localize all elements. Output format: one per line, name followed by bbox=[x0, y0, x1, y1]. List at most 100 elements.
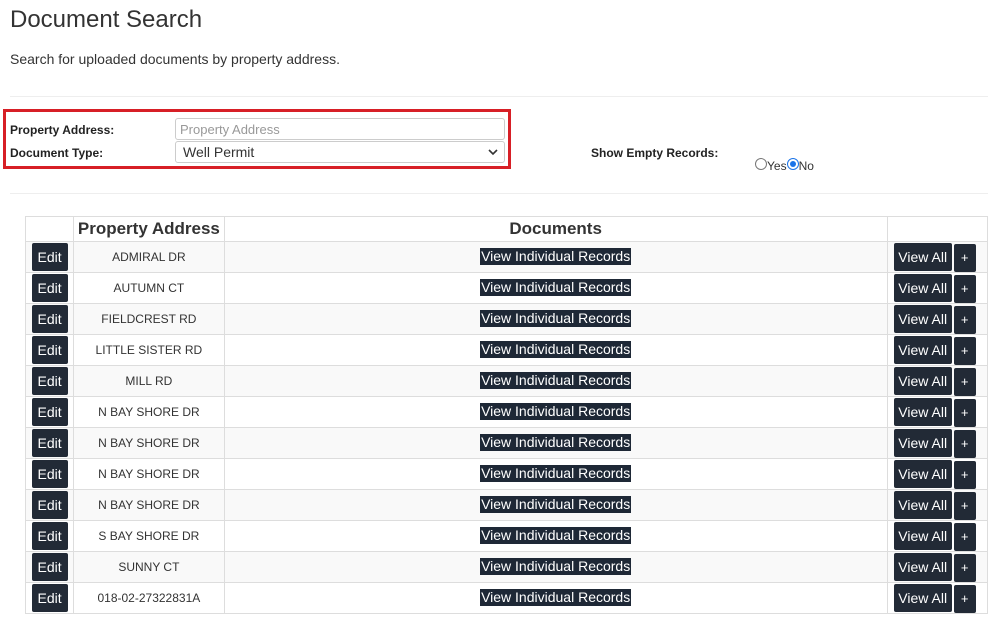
actions-cell: View All + bbox=[886, 396, 989, 428]
view-individual-records-link[interactable]: View Individual Records bbox=[480, 372, 632, 389]
expand-plus-button[interactable]: + bbox=[953, 460, 976, 489]
documents-cell: View Individual Records bbox=[223, 427, 888, 459]
show-empty-records-label: Show Empty Records: bbox=[591, 146, 719, 160]
view-individual-records-link[interactable]: View Individual Records bbox=[480, 496, 632, 513]
documents-cell: View Individual Records bbox=[223, 582, 888, 614]
table-row: Edit ADMIRAL DR View Individual Records Vie… bbox=[24, 241, 989, 273]
expand-plus-button[interactable]: + bbox=[953, 553, 976, 582]
radio-no[interactable] bbox=[786, 158, 799, 170]
table-row: Edit LITTLE SISTER RD View Individual Reco… bbox=[24, 334, 989, 366]
edit-cell: Edit bbox=[24, 551, 75, 583]
view-individual-records-link[interactable]: View Individual Records bbox=[480, 279, 632, 296]
view-all-button[interactable]: View All bbox=[893, 521, 952, 550]
view-individual-records-link[interactable]: View Individual Records bbox=[480, 341, 632, 358]
view-all-button[interactable]: View All bbox=[893, 335, 952, 364]
view-all-button[interactable]: View All bbox=[893, 397, 952, 426]
view-all-button[interactable]: View All bbox=[893, 459, 952, 488]
property-address-input[interactable] bbox=[175, 118, 505, 140]
view-all-button[interactable]: View All bbox=[893, 428, 952, 457]
chevron-down-icon bbox=[488, 149, 498, 156]
view-individual-records-link[interactable]: View Individual Records bbox=[480, 589, 632, 606]
edit-button[interactable]: Edit bbox=[31, 460, 68, 488]
edit-button[interactable]: Edit bbox=[31, 336, 68, 364]
edit-cell: Edit bbox=[24, 458, 75, 490]
expand-plus-button[interactable]: + bbox=[953, 398, 976, 427]
expand-plus-button[interactable]: + bbox=[953, 243, 976, 272]
view-all-button[interactable]: View All bbox=[893, 490, 952, 519]
view-individual-records-link[interactable]: View Individual Records bbox=[480, 527, 632, 544]
edit-cell: Edit bbox=[24, 396, 75, 428]
page-title: Document Search bbox=[10, 6, 203, 33]
edit-cell: Edit bbox=[24, 334, 75, 366]
expand-plus-button[interactable]: + bbox=[953, 367, 976, 396]
view-all-button[interactable]: View All bbox=[893, 583, 952, 612]
edit-button[interactable]: Edit bbox=[31, 553, 68, 581]
document-type-select[interactable]: Well Permit bbox=[175, 141, 505, 163]
edit-button[interactable]: Edit bbox=[31, 491, 68, 519]
expand-plus-button[interactable]: + bbox=[953, 336, 976, 365]
actions-cell: View All + bbox=[886, 520, 989, 552]
radio-yes[interactable] bbox=[755, 158, 767, 170]
expand-plus-button[interactable]: + bbox=[953, 491, 976, 520]
actions-cell: View All + bbox=[886, 489, 989, 521]
edit-button[interactable]: Edit bbox=[31, 274, 68, 302]
table-row: Edit AUTUMN CT View Individual Records View… bbox=[24, 272, 989, 304]
view-individual-records-link[interactable]: View Individual Records bbox=[480, 558, 632, 575]
expand-plus-button[interactable]: + bbox=[953, 584, 976, 613]
actions-cell: View All + bbox=[886, 458, 989, 490]
divider bbox=[10, 193, 988, 194]
edit-button[interactable]: Edit bbox=[31, 584, 68, 612]
view-all-button[interactable]: View All bbox=[893, 366, 952, 395]
property-address-cell: FIELDCREST RD bbox=[73, 303, 225, 335]
property-address-cell: 018-02-27322831A bbox=[73, 582, 225, 614]
radio-no-label: No bbox=[798, 159, 814, 173]
actions-cell: View All + bbox=[886, 427, 989, 459]
view-individual-records-link[interactable]: View Individual Records bbox=[480, 403, 632, 420]
edit-button[interactable]: Edit bbox=[31, 398, 68, 426]
property-address-cell: N BAY SHORE DR bbox=[73, 396, 225, 428]
edit-cell: Edit bbox=[24, 241, 75, 273]
expand-plus-button[interactable]: + bbox=[953, 429, 976, 458]
documents-cell: View Individual Records bbox=[223, 241, 888, 273]
documents-cell: View Individual Records bbox=[223, 489, 888, 521]
view-individual-records-link[interactable]: View Individual Records bbox=[480, 248, 632, 265]
documents-cell: View Individual Records bbox=[223, 458, 888, 490]
edit-button[interactable]: Edit bbox=[31, 367, 68, 395]
property-address-label: Property Address: bbox=[10, 123, 115, 137]
edit-cell: Edit bbox=[24, 489, 75, 521]
property-address-cell: S BAY SHORE DR bbox=[73, 520, 225, 552]
view-individual-records-link[interactable]: View Individual Records bbox=[480, 434, 632, 451]
actions-cell: View All + bbox=[886, 365, 989, 397]
expand-plus-button[interactable]: + bbox=[953, 274, 976, 303]
table-row: Edit SUNNY CT View Individual Records View … bbox=[24, 551, 989, 583]
table-row: Edit N BAY SHORE DR View Individual Record… bbox=[24, 396, 989, 428]
property-address-cell: SUNNY CT bbox=[73, 551, 225, 583]
header-documents: Documents bbox=[223, 216, 888, 242]
table-row: Edit N BAY SHORE DR View Individual Record… bbox=[24, 489, 989, 521]
property-address-cell: N BAY SHORE DR bbox=[73, 458, 225, 490]
view-individual-records-link[interactable]: View Individual Records bbox=[480, 465, 632, 482]
edit-button[interactable]: Edit bbox=[31, 305, 68, 333]
edit-button[interactable]: Edit bbox=[31, 429, 68, 457]
view-all-button[interactable]: View All bbox=[893, 273, 952, 302]
expand-plus-button[interactable]: + bbox=[953, 305, 976, 334]
expand-plus-button[interactable]: + bbox=[953, 522, 976, 551]
edit-button[interactable]: Edit bbox=[31, 243, 68, 271]
edit-cell: Edit bbox=[24, 272, 75, 304]
actions-cell: View All + bbox=[886, 241, 989, 273]
view-individual-records-link[interactable]: View Individual Records bbox=[480, 310, 632, 327]
header-property-address: Property Address bbox=[73, 216, 225, 242]
property-address-cell: LITTLE SISTER RD bbox=[73, 334, 225, 366]
table-row: Edit MILL RD View Individual Records View A… bbox=[24, 365, 989, 397]
view-all-button[interactable]: View All bbox=[893, 552, 952, 581]
property-address-cell: AUTUMN CT bbox=[73, 272, 225, 304]
edit-button[interactable]: Edit bbox=[31, 522, 68, 550]
view-all-button[interactable]: View All bbox=[893, 304, 952, 333]
actions-cell: View All + bbox=[886, 334, 989, 366]
page-subtitle: Search for uploaded documents by propert… bbox=[10, 51, 340, 67]
property-address-cell: ADMIRAL DR bbox=[73, 241, 225, 273]
documents-cell: View Individual Records bbox=[223, 365, 888, 397]
edit-cell: Edit bbox=[24, 520, 75, 552]
view-all-button[interactable]: View All bbox=[893, 242, 952, 271]
document-type-label: Document Type: bbox=[10, 146, 104, 160]
